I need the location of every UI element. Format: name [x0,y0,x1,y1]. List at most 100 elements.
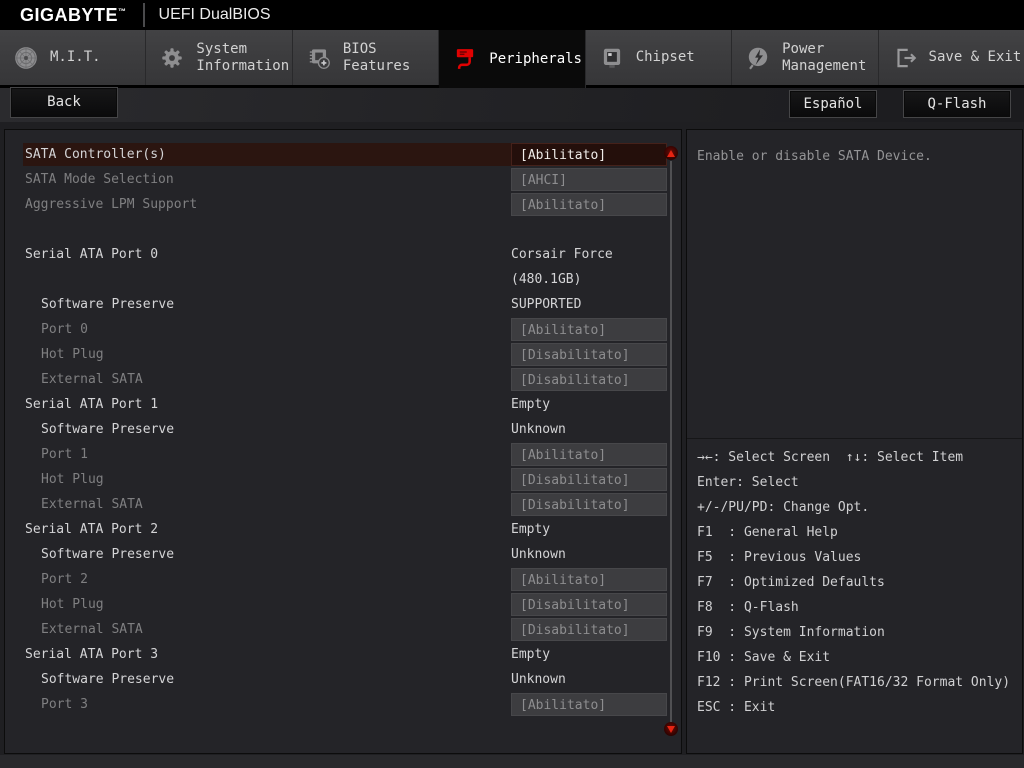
setting-value: Empty [511,518,550,541]
setting-label: External SATA [41,617,143,642]
table-row: Port 1 [Abilitato] [5,442,681,467]
setting-value: [Abilitato] [511,318,667,341]
gigabyte-logo: GIGABYTE™ [20,5,127,26]
table-row: Hot Plug [Disabilitato] [5,342,681,367]
table-row[interactable]: Serial ATA Port 3 Empty [5,642,681,667]
setting-value: Empty [511,643,550,666]
chip-plus-icon [305,44,333,72]
setting-value: [Disabilitato] [511,468,667,491]
scroll-up-icon [667,150,675,157]
setting-label: Software Preserve [41,667,174,692]
key-help-line: F7 : Optimized Defaults [697,570,1022,595]
setting-label: Port 3 [41,692,88,717]
setting-label: Hot Plug [41,467,104,492]
gear-icon [158,44,186,72]
setting-value: [Disabilitato] [511,618,667,641]
setting-label: Port 0 [41,317,88,342]
key-help-line: →←: Select Screen ↑↓: Select Item [697,445,1022,470]
setting-label: Serial ATA Port 3 [25,642,158,667]
setting-label: Software Preserve [41,292,174,317]
setting-value: [Abilitato] [511,443,667,466]
setting-label: Software Preserve [41,542,174,567]
row-spacer [5,217,681,242]
table-row: Port 2 [Abilitato] [5,567,681,592]
tab-mit[interactable]: M.I.T. [0,30,146,85]
key-help-line: F9 : System Information [697,620,1022,645]
settings-panel: SATA Controller(s) [Abilitato] SATA Mode… [4,129,682,754]
table-row[interactable]: Serial ATA Port 0 Corsair Force [5,242,681,267]
help-panel: Enable or disable SATA Device. →←: Selec… [686,129,1023,754]
table-row[interactable]: Serial ATA Port 2 Empty [5,517,681,542]
chipset-icon [598,44,626,72]
table-row[interactable]: Serial ATA Port 1 Empty [5,392,681,417]
table-row: Aggressive LPM Support [Abilitato] [5,192,681,217]
key-help-line: F1 : General Help [697,520,1022,545]
table-row: Port 3 [Abilitato] [5,692,681,717]
setting-label: Port 2 [41,567,88,592]
setting-label: Hot Plug [41,592,104,617]
table-row[interactable]: (480.1GB) [5,267,681,292]
sub-toolbar: Back Español Q-Flash [0,88,1024,122]
key-help-line: F8 : Q-Flash [697,595,1022,620]
setting-label: SATA Mode Selection [25,167,174,192]
setting-label: SATA Controller(s) [25,142,166,167]
table-row: External SATA [Disabilitato] [5,492,681,517]
table-row: External SATA [Disabilitato] [5,617,681,642]
tab-save-exit[interactable]: Save & Exit [879,30,1024,85]
back-button[interactable]: Back [10,87,118,118]
setting-value: [Disabilitato] [511,368,667,391]
setting-label: Software Preserve [41,417,174,442]
power-icon [744,44,772,72]
item-help-text: Enable or disable SATA Device. [697,144,1014,169]
key-help-line: ESC : Exit [697,695,1022,720]
setting-label: Serial ATA Port 0 [25,242,158,267]
setting-value: [Disabilitato] [511,593,667,616]
setting-value: Unknown [511,418,566,441]
setting-value[interactable]: [Abilitato] [511,143,667,166]
table-row[interactable]: Software Preserve Unknown [5,417,681,442]
table-row[interactable]: Software Preserve SUPPORTED [5,292,681,317]
setting-value: Empty [511,393,550,416]
tab-chipset[interactable]: Chipset [586,30,732,85]
setting-label: External SATA [41,367,143,392]
trademark-symbol: ™ [118,7,127,16]
table-row[interactable]: SATA Controller(s) [Abilitato] [5,142,681,167]
table-row: External SATA [Disabilitato] [5,367,681,392]
setting-value: [Abilitato] [511,193,667,216]
language-button[interactable]: Español [789,90,877,118]
topbar-divider [143,3,145,27]
help-divider [687,438,1022,439]
table-row[interactable]: Software Preserve Unknown [5,542,681,567]
setting-label: Port 1 [41,442,88,467]
table-row[interactable]: Software Preserve Unknown [5,667,681,692]
bottom-strip [0,755,1024,768]
setting-value: Unknown [511,543,566,566]
key-help-line: F5 : Previous Values [697,545,1022,570]
setting-label: Hot Plug [41,342,104,367]
tab-bios-features[interactable]: BIOS Features [293,30,439,85]
scrollbar-track[interactable] [670,161,672,724]
exit-icon [891,44,919,72]
key-help-line: F12 : Print Screen(FAT16/32 Format Only) [697,670,1022,695]
key-help-line: F10 : Save & Exit [697,645,1022,670]
setting-value: [Disabilitato] [511,343,667,366]
bios-screen: GIGABYTE™ UEFI DualBIOS M.I.T. System In… [0,0,1024,768]
setting-label: Serial ATA Port 1 [25,392,158,417]
setting-value: Unknown [511,668,566,691]
tab-system-information[interactable]: System Information [146,30,292,85]
scroll-up-button[interactable] [664,146,678,160]
top-bar: GIGABYTE™ UEFI DualBIOS [0,0,1024,30]
setting-value: SUPPORTED [511,293,581,316]
key-help-line: Enter: Select [697,470,1022,495]
scroll-down-icon [667,726,675,733]
tab-power-management[interactable]: Power Management [732,30,878,85]
setting-value: [Abilitato] [511,693,667,716]
qflash-button[interactable]: Q-Flash [903,90,1011,118]
settings-list: SATA Controller(s) [Abilitato] SATA Mode… [5,142,681,717]
mit-icon [12,44,40,72]
scroll-down-button[interactable] [664,722,678,736]
tab-peripherals[interactable]: Peripherals [439,30,585,88]
table-row: Port 0 [Abilitato] [5,317,681,342]
setting-label: Aggressive LPM Support [25,192,197,217]
setting-value: [Abilitato] [511,568,667,591]
